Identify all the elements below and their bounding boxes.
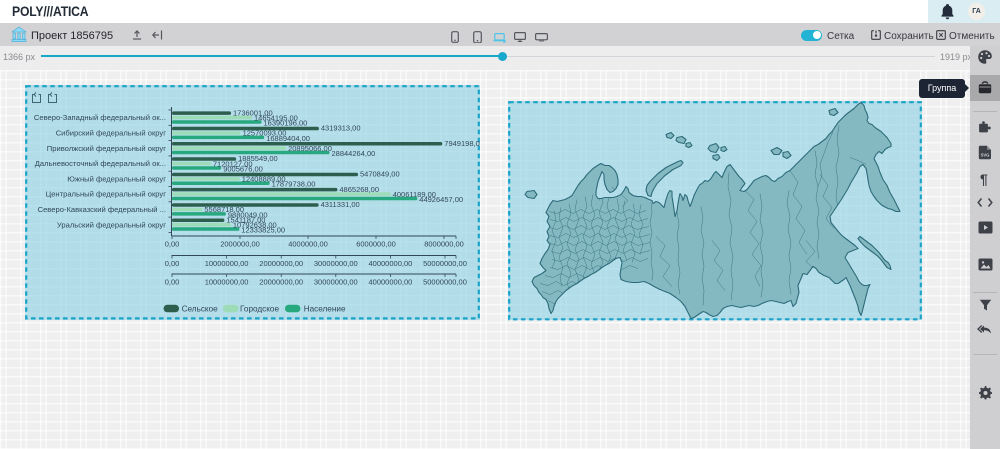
svg-text:30000000,00: 30000000,00: [314, 278, 358, 287]
svg-text:40000000,00: 40000000,00: [369, 278, 413, 287]
svg-text:30000000,00: 30000000,00: [314, 259, 358, 268]
svg-text:12333825,00: 12333825,00: [241, 226, 285, 235]
svg-text:Дальневосточный федеральный ок: Дальневосточный федеральный ок...: [35, 159, 166, 168]
svg-text:0,00: 0,00: [165, 259, 180, 268]
svg-text:SVG: SVG: [981, 153, 990, 158]
svg-text:Сибирский федеральный округ: Сибирский федеральный округ: [56, 129, 167, 138]
svg-text:Северо-Западный федеральный ок: Северо-Западный федеральный ок...: [34, 113, 166, 122]
svg-text:16390196,00: 16390196,00: [264, 119, 308, 128]
svg-text:8000000,00: 8000000,00: [424, 240, 464, 249]
svg-text:Уральский федеральный округ: Уральский федеральный округ: [57, 220, 166, 229]
svg-text:44926457,00: 44926457,00: [419, 195, 463, 204]
svg-text:4311331,00: 4311331,00: [321, 200, 360, 209]
svg-text:Северо-Кавказский федеральный: Северо-Кавказский федеральный ...: [38, 205, 166, 214]
svg-text:4865268,00: 4865268,00: [339, 185, 379, 194]
svg-text:5470849,00: 5470849,00: [360, 170, 400, 179]
svg-text:0,00: 0,00: [165, 240, 180, 249]
svg-text:50000000,00: 50000000,00: [423, 259, 467, 268]
svg-text:4000000,00: 4000000,00: [288, 240, 328, 249]
svg-text:7949198,00: 7949198,00: [444, 139, 480, 148]
svg-text:4319313,00: 4319313,00: [321, 124, 361, 133]
svg-text:20000000,00: 20000000,00: [259, 259, 303, 268]
svg-text:16889404,00: 16889404,00: [266, 134, 310, 143]
svg-text:20895066,00: 20895066,00: [288, 144, 332, 153]
svg-text:Южный федеральный округ: Южный федеральный округ: [67, 174, 166, 183]
svg-text:Приволжский федеральный округ: Приволжский федеральный округ: [47, 144, 166, 153]
svg-text:28844264,00: 28844264,00: [332, 149, 376, 158]
svg-text:50000000,00: 50000000,00: [423, 278, 467, 287]
svg-text:2000000,00: 2000000,00: [220, 240, 260, 249]
svg-text:Сельское: Сельское: [182, 305, 219, 314]
svg-text:20000000,00: 20000000,00: [259, 278, 303, 287]
svg-text:Городское: Городское: [240, 305, 279, 314]
svg-text:40000000,00: 40000000,00: [369, 259, 413, 268]
svg-text:Центральный федеральный округ: Центральный федеральный округ: [46, 190, 167, 199]
svg-text:17879738,00: 17879738,00: [272, 180, 316, 189]
svg-text:Население: Население: [304, 305, 346, 314]
svg-text:10000000,00: 10000000,00: [205, 259, 249, 268]
svg-text:9005676,00: 9005676,00: [223, 164, 263, 173]
svg-text:10000000,00: 10000000,00: [205, 278, 249, 287]
svg-text:0,00: 0,00: [165, 278, 180, 287]
svg-text:6000000,00: 6000000,00: [356, 240, 396, 249]
